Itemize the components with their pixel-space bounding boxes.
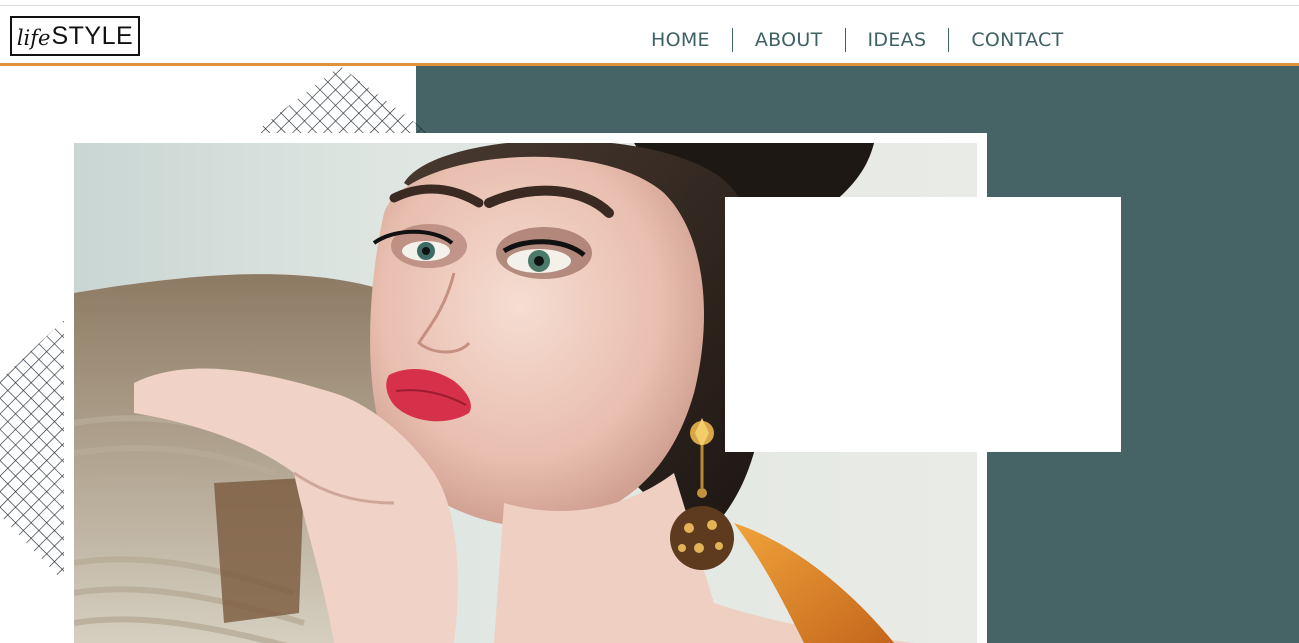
nav-about-link[interactable]: ABOUT [733, 28, 845, 52]
nav-contact-link[interactable]: CONTACT [949, 28, 1085, 52]
hero-text-card [725, 197, 1121, 452]
logo-caps-text: STYLE [51, 21, 134, 50]
site-header: life STYLE HOME ABOUT IDEAS CONTACT [0, 6, 1299, 64]
decorative-grid-pattern [250, 66, 430, 134]
nav-ideas-link[interactable]: IDEAS [846, 28, 949, 52]
site-logo[interactable]: life STYLE [10, 16, 140, 56]
nav-home-link[interactable]: HOME [629, 28, 732, 52]
logo-script-text: life [16, 26, 51, 50]
main-nav: HOME ABOUT IDEAS CONTACT [629, 26, 1086, 54]
decorative-grid-pattern-left [0, 320, 66, 582]
